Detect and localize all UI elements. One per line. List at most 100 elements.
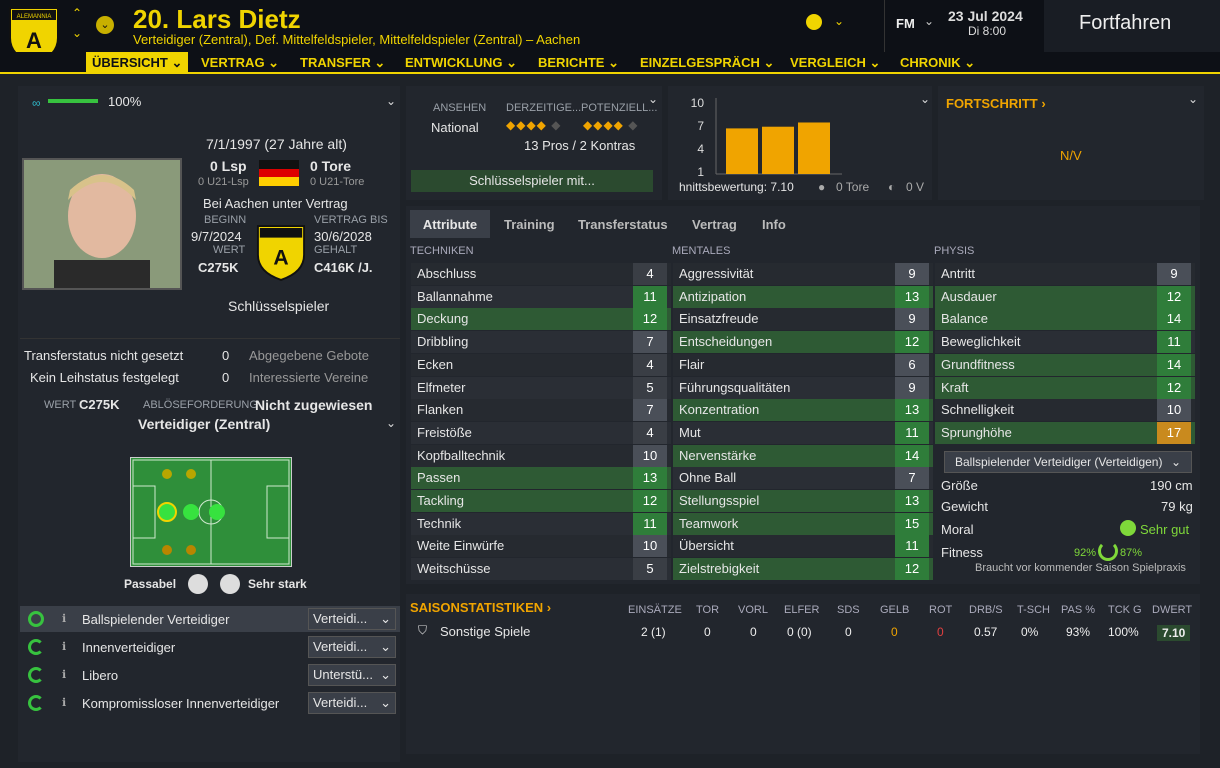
attribute-row[interactable]: Flair 6: [673, 353, 933, 376]
info-icon[interactable]: ℹ: [62, 696, 66, 709]
rating-bar[interactable]: [762, 126, 794, 174]
tab-transfer[interactable]: TRANSFER ⌄: [300, 52, 385, 74]
role-row[interactable]: ℹ Innenverteidiger Verteidi... ⌄: [20, 634, 400, 660]
chevron-down-icon[interactable]: ⌄: [386, 94, 396, 108]
attribute-row[interactable]: Entscheidungen 12: [673, 331, 933, 354]
attribute-row[interactable]: Kopfballtechnik 10: [411, 444, 671, 467]
attribute-row[interactable]: Ausdauer 12: [935, 285, 1195, 308]
role-row[interactable]: ℹ Kompromissloser Innenverteidiger Verte…: [20, 690, 400, 716]
season-column-header[interactable]: EINSÄTZE: [628, 604, 682, 616]
attribute-row[interactable]: Mut 11: [673, 421, 933, 444]
chevron-down-icon[interactable]: ⌄: [1188, 92, 1198, 106]
tab-training[interactable]: Training: [504, 217, 555, 232]
info-icon[interactable]: ℹ: [62, 640, 66, 653]
duty-select[interactable]: Verteidi... ⌄: [308, 692, 396, 714]
loan-status[interactable]: Kein Leihstatus festgelegt: [30, 370, 179, 385]
rating-bar[interactable]: [798, 122, 830, 174]
attribute-row[interactable]: Passen 13: [411, 467, 671, 490]
prev-player-icon[interactable]: ⌃: [72, 6, 82, 20]
season-column-header[interactable]: ROT: [929, 604, 952, 616]
progress-title[interactable]: FORTSCHRITT ›: [946, 96, 1046, 111]
season-column-header[interactable]: VORL: [738, 604, 768, 616]
attribute-row[interactable]: Antizipation 13: [673, 285, 933, 308]
next-player-icon[interactable]: ⌄: [72, 26, 82, 40]
attribute-row[interactable]: Kraft 12: [935, 376, 1195, 399]
tab-contract[interactable]: VERTRAG ⌄: [201, 52, 279, 74]
attribute-name: Stellungsspiel: [679, 493, 760, 508]
season-column-header[interactable]: TCK G: [1108, 604, 1142, 616]
tab-attributes[interactable]: Attribute: [410, 210, 490, 238]
attribute-row[interactable]: Aggressivität 9: [673, 263, 933, 285]
attribute-row[interactable]: Grundfitness 14: [935, 353, 1195, 376]
attribute-row[interactable]: Stellungsspiel 13: [673, 490, 933, 512]
attribute-row[interactable]: Tackling 12: [411, 490, 671, 512]
season-column-header[interactable]: T-SCH: [1017, 604, 1050, 616]
attribute-row[interactable]: Dribbling 7: [411, 331, 671, 354]
attribute-row[interactable]: Zielstrebigkeit 12: [673, 558, 933, 581]
transfer-status[interactable]: Transferstatus nicht gesetzt: [24, 348, 183, 363]
attribute-row[interactable]: Freistöße 4: [411, 421, 671, 444]
duty-select[interactable]: Verteidi... ⌄: [308, 636, 396, 658]
attribute-row[interactable]: Deckung 12: [411, 308, 671, 331]
attribute-row[interactable]: Ecken 4: [411, 353, 671, 376]
tab-development[interactable]: ENTWICKLUNG ⌄: [405, 52, 517, 74]
duty-select[interactable]: Verteidi... ⌄: [308, 608, 396, 630]
fee-value: Nicht zugewiesen: [255, 397, 373, 413]
season-title[interactable]: SAISONSTATISTIKEN ›: [410, 600, 551, 615]
attribute-row[interactable]: Flanken 7: [411, 399, 671, 422]
attribute-row[interactable]: Sprunghöhe 17: [935, 421, 1195, 444]
chevron-down-icon[interactable]: ⌄: [386, 416, 396, 430]
attribute-row[interactable]: Weitschüsse 5: [411, 558, 671, 581]
attribute-row[interactable]: Führungsqualitäten 9: [673, 376, 933, 399]
player-menu-icon[interactable]: ⌄: [96, 16, 114, 34]
season-stat-value: 0: [704, 625, 711, 639]
chevron-down-icon[interactable]: ⌄: [834, 14, 844, 28]
season-stat-value: 0 (0): [787, 625, 812, 639]
season-column-header[interactable]: DWERT: [1152, 604, 1192, 616]
rating-bar[interactable]: [726, 128, 758, 174]
role-row[interactable]: ℹ Libero Unterstü... ⌄: [20, 662, 400, 688]
attribute-row[interactable]: Elfmeter 5: [411, 376, 671, 399]
tab-vertrag[interactable]: Vertrag: [692, 217, 737, 232]
continue-button[interactable]: Fortfahren: [1079, 12, 1171, 35]
season-column-header[interactable]: PAS %: [1061, 604, 1095, 616]
info-icon[interactable]: ℹ: [62, 612, 66, 625]
tab-interaction[interactable]: EINZELGESPRÄCH ⌄: [640, 52, 774, 74]
role-select[interactable]: Ballspielender Verteidiger (Verteidigen)…: [944, 451, 1192, 473]
tab-history[interactable]: CHRONIK ⌄: [900, 52, 975, 74]
attribute-row[interactable]: Technik 11: [411, 512, 671, 535]
attribute-row[interactable]: Einsatzfreude 9: [673, 308, 933, 331]
chevron-down-icon[interactable]: ⌄: [924, 14, 934, 28]
role-row[interactable]: ℹ Ballspielender Verteidiger Verteidi...…: [20, 606, 400, 632]
tab-info[interactable]: Info: [762, 217, 786, 232]
season-column-header[interactable]: TOR: [696, 604, 719, 616]
attribute-row[interactable]: Konzentration 13: [673, 399, 933, 422]
season-column-header[interactable]: DRB/S: [969, 604, 1003, 616]
duty-select[interactable]: Unterstü... ⌄: [308, 664, 396, 686]
fm-menu[interactable]: FM: [896, 16, 915, 31]
attribute-row[interactable]: Schnelligkeit 10: [935, 399, 1195, 422]
attribute-row[interactable]: Weite Einwürfe 10: [411, 535, 671, 558]
attribute-row[interactable]: Beweglichkeit 11: [935, 331, 1195, 354]
attribute-row[interactable]: Übersicht 11: [673, 535, 933, 558]
season-column-header[interactable]: SDS: [837, 604, 860, 616]
attribute-row[interactable]: Balance 14: [935, 308, 1195, 331]
tab-overview[interactable]: ÜBERSICHT ⌄: [86, 52, 189, 74]
attribute-row[interactable]: Antritt 9: [935, 263, 1195, 285]
info-icon[interactable]: ℹ: [62, 668, 66, 681]
attribute-row[interactable]: Ballannahme 11: [411, 285, 671, 308]
season-column-header[interactable]: GELB: [880, 604, 909, 616]
chevron-down-icon[interactable]: ⌄: [920, 92, 930, 106]
attribute-row[interactable]: Teamwork 15: [673, 512, 933, 535]
attribute-row[interactable]: Ohne Ball 7: [673, 467, 933, 490]
attribute-row[interactable]: Abschluss 4: [411, 263, 671, 285]
season-stat-value: 7.10: [1157, 625, 1191, 641]
tab-compare[interactable]: VERGLEICH ⌄: [790, 52, 880, 74]
notifications-icon[interactable]: [806, 14, 822, 30]
attribute-row[interactable]: Nervenstärke 14: [673, 444, 933, 467]
key-player-button[interactable]: Schlüsselspieler mit...: [411, 170, 653, 192]
tab-transferstatus[interactable]: Transferstatus: [578, 217, 668, 232]
season-column-header[interactable]: ELFER: [784, 604, 819, 616]
chevron-down-icon[interactable]: ⌄: [648, 92, 658, 106]
tab-reports[interactable]: BERICHTE ⌄: [538, 52, 619, 74]
